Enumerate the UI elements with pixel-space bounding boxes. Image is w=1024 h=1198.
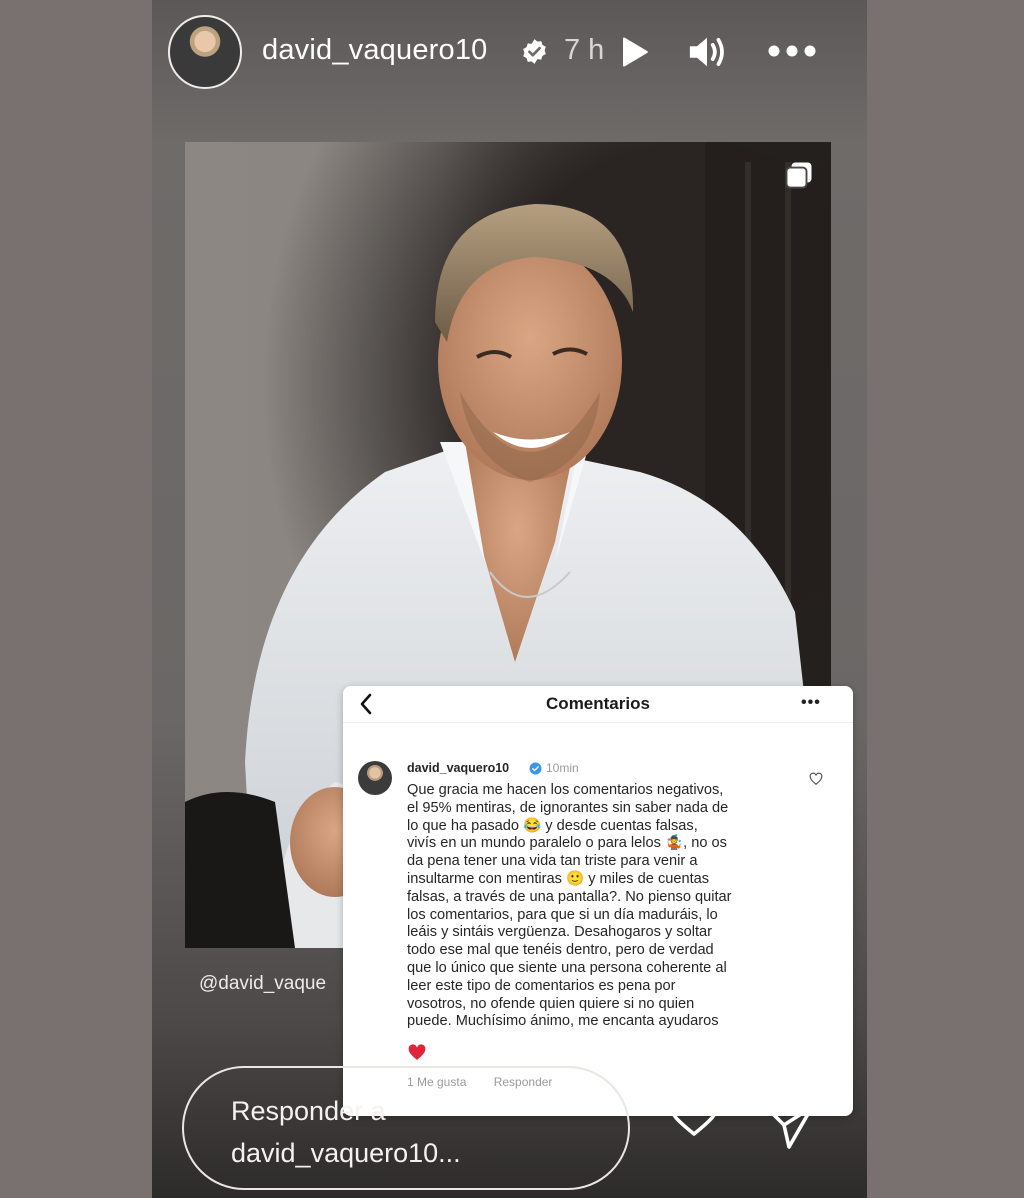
- story-header: david_vaquero10 7 h: [152, 0, 867, 110]
- like-heart-icon[interactable]: [666, 1088, 722, 1138]
- comment-avatar: [358, 761, 392, 795]
- red-heart-emoji-icon: [408, 1044, 426, 1060]
- comments-screenshot: Comentarios ••• david_vaquero10 10min Qu…: [343, 686, 853, 1116]
- story-viewer: david_vaquero10 7 h @david_vaque Comenta…: [152, 0, 867, 1198]
- comments-topbar: Comentarios •••: [343, 686, 853, 723]
- reply-input[interactable]: Responder a david_vaquero10...: [182, 1066, 630, 1190]
- comments-more-icon: •••: [801, 694, 821, 711]
- story-username[interactable]: david_vaquero10: [262, 34, 488, 67]
- play-icon[interactable]: [617, 35, 651, 69]
- more-icon[interactable]: [766, 41, 818, 61]
- right-background: [867, 0, 1024, 1198]
- profile-avatar[interactable]: [168, 15, 242, 89]
- send-icon[interactable]: [763, 1101, 815, 1151]
- comment-time: 10min: [546, 761, 579, 775]
- left-background: [0, 0, 152, 1198]
- comment-text: Que gracia me hacen los comentarios nega…: [407, 782, 732, 1030]
- post-handle[interactable]: @david_vaque: [199, 973, 326, 995]
- reply-placeholder: Responder a david_vaquero10...: [231, 1096, 461, 1168]
- story-time: 7 h: [564, 34, 605, 66]
- verified-badge-icon: [529, 762, 542, 775]
- multiple-photos-icon: [785, 162, 812, 189]
- comment-username: david_vaquero10: [407, 761, 510, 775]
- verified-badge-icon: [523, 39, 546, 64]
- comment-like-icon: [809, 772, 823, 786]
- comments-title: Comentarios: [546, 694, 650, 713]
- sound-icon[interactable]: [687, 33, 727, 71]
